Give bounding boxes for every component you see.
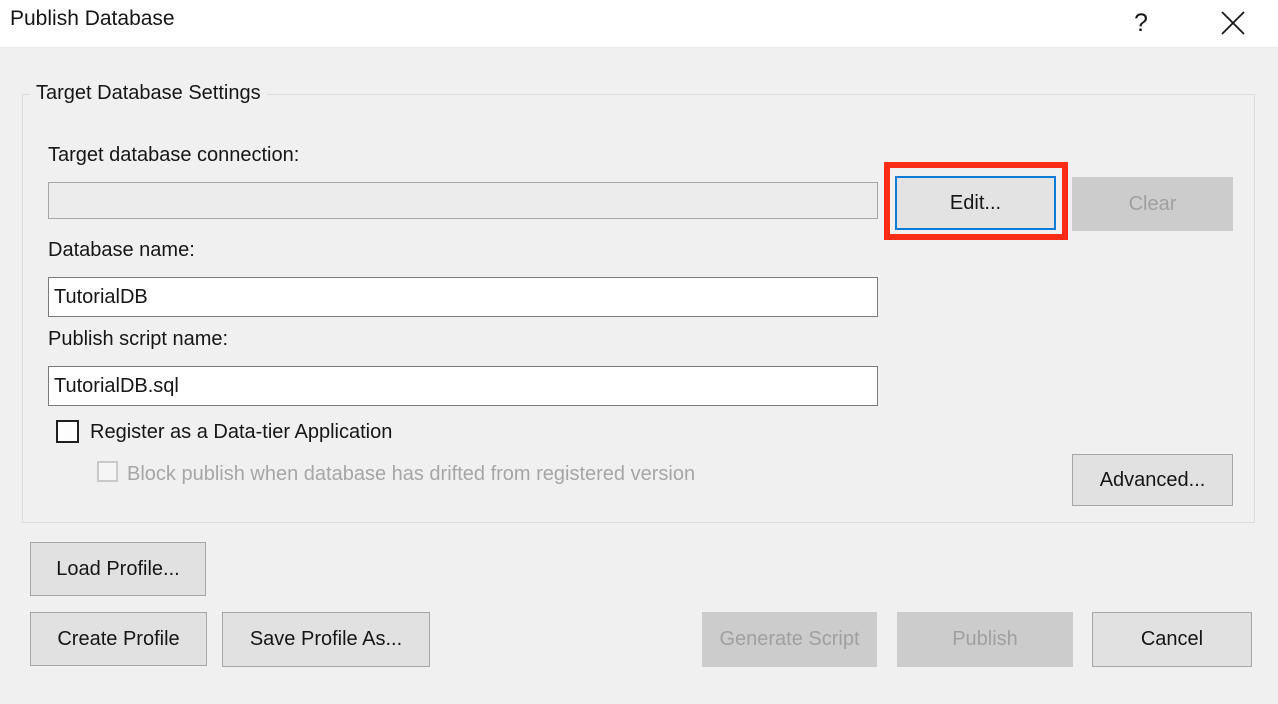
save-profile-as-button-label: Save Profile As... [250,628,402,651]
group-title: Target Database Settings [30,82,267,105]
edit-button[interactable]: Edit... [895,176,1056,230]
clear-button-label: Clear [1129,193,1177,216]
block-publish-checkbox [97,461,118,482]
publish-button: Publish [897,612,1073,667]
generate-script-button: Generate Script [702,612,877,667]
dialog-title: Publish Database [10,7,175,31]
load-profile-button[interactable]: Load Profile... [30,542,206,596]
database-name-label: Database name: [48,239,195,262]
load-profile-button-label: Load Profile... [56,558,179,581]
create-profile-button-label: Create Profile [57,628,179,651]
close-button[interactable] [1212,0,1254,46]
question-mark-icon: ? [1134,9,1148,38]
help-button[interactable]: ? [1122,0,1160,46]
close-icon [1220,10,1246,36]
create-profile-button[interactable]: Create Profile [30,612,207,666]
advanced-button-label: Advanced... [1100,469,1206,492]
title-bar: Publish Database ? [0,0,1278,48]
edit-button-label: Edit... [950,192,1001,215]
connection-input[interactable] [48,182,878,219]
database-name-input[interactable] [48,277,878,317]
cancel-button[interactable]: Cancel [1092,612,1252,667]
cancel-button-label: Cancel [1141,628,1203,651]
register-data-tier-label: Register as a Data-tier Application [90,421,392,444]
connection-label: Target database connection: [48,144,299,167]
publish-button-label: Publish [952,628,1018,651]
advanced-button[interactable]: Advanced... [1072,454,1233,506]
register-data-tier-checkbox[interactable] [56,420,79,443]
publish-script-name-label: Publish script name: [48,328,228,351]
publish-script-name-input[interactable] [48,366,878,406]
block-publish-label: Block publish when database has drifted … [127,463,695,486]
publish-database-dialog: Publish Database ? Target Database Setti… [0,0,1278,704]
generate-script-button-label: Generate Script [719,628,859,651]
clear-button: Clear [1072,177,1233,231]
save-profile-as-button[interactable]: Save Profile As... [222,612,430,667]
